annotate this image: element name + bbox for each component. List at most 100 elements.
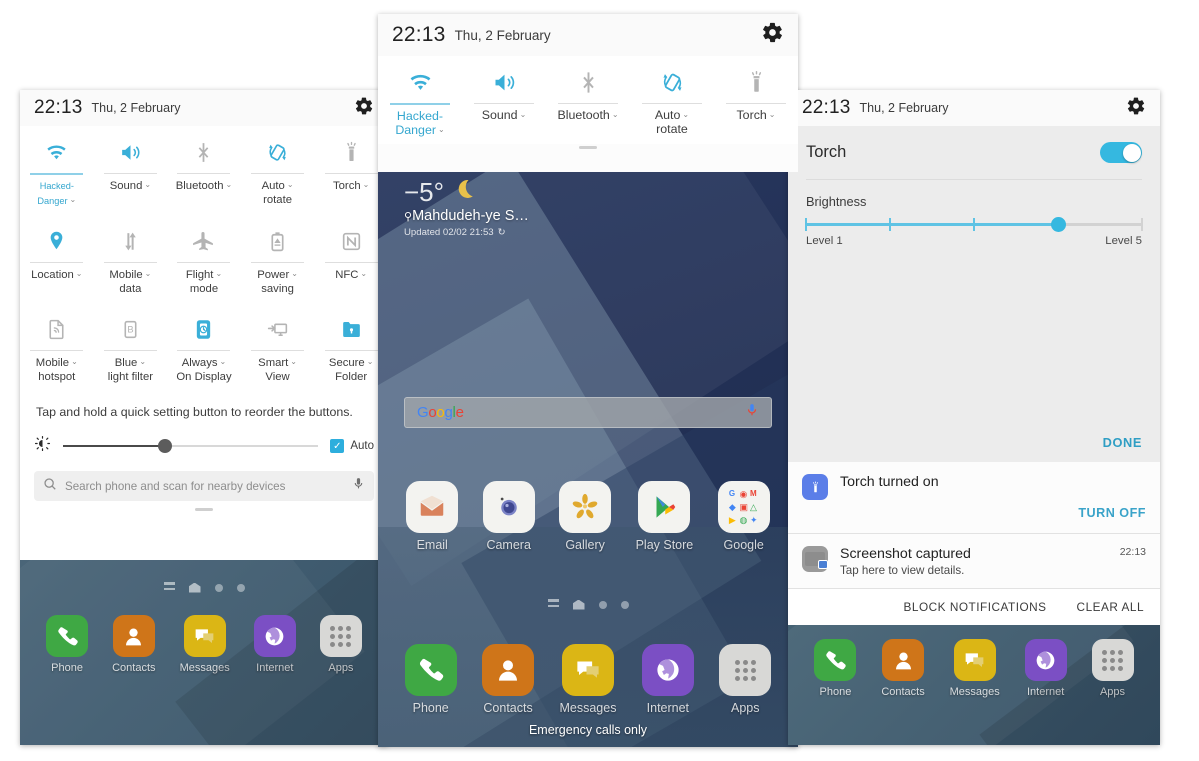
torch-icon [339,135,364,169]
notification-item[interactable]: Torch turned on TURN OFF [788,462,1160,533]
quick-setting-mobile-data[interactable]: Mobile ⌄ data [94,215,168,303]
page-dot[interactable] [598,600,607,609]
search-bar[interactable]: Search phone and scan for nearby devices [34,471,374,501]
app-label: Phone [412,701,449,715]
quick-setting-hacked-danger[interactable]: Hacked-Danger ⌄ [378,56,462,144]
quick-setting-secure-folder[interactable]: Secure ⌄ Folder [314,303,388,391]
drag-handle[interactable] [579,146,597,149]
airplane-icon [191,224,216,258]
microphone-icon[interactable] [745,402,759,423]
quick-setting-torch[interactable]: Torch ⌄ [314,126,388,215]
status-time: 22:13 [34,97,83,118]
chevron-down-icon[interactable]: ⌄ [360,269,367,278]
chevron-down-icon[interactable]: ⌄ [144,180,151,189]
chevron-down-icon[interactable]: ⌄ [76,269,83,278]
chevron-down-icon[interactable]: ⌄ [70,195,77,204]
status-date: Thu, 2 February [91,101,181,115]
messages-icon [561,644,614,696]
torch-level-knob[interactable] [1050,217,1066,232]
chevron-down-icon[interactable]: ⌄ [145,269,152,278]
chevron-down-icon[interactable]: ⌄ [290,357,297,366]
chevron-down-icon[interactable]: ⌄ [71,357,78,366]
auto-brightness-label: Auto [350,440,374,452]
home-icon[interactable] [572,599,585,610]
torch-level-tick [805,218,807,231]
quick-setting-power-saving[interactable]: Power ⌄ saving [241,215,315,303]
clear-all-button[interactable]: CLEAR ALL [1077,600,1144,614]
block-notifications-button[interactable]: BLOCK NOTIFICATIONS [904,600,1047,614]
quick-setting-always-on-display[interactable]: Always ⌄ On Display [167,303,241,391]
gear-icon[interactable] [354,96,374,121]
app-apps[interactable]: Apps [719,644,772,715]
chevron-down-icon[interactable]: ⌄ [215,269,222,278]
chevron-down-icon[interactable]: ⌄ [291,269,298,278]
app-gallery[interactable]: Gallery [559,481,612,552]
auto-brightness-checkbox[interactable]: ✓ [330,439,345,453]
quick-setting-label: Torch [736,108,767,122]
app-play-store[interactable]: Play Store [636,481,693,552]
chevron-down-icon[interactable]: ⌄ [220,357,227,366]
notification-item[interactable]: Screenshot captured Tap here to view det… [788,533,1160,588]
quick-setting-label-2: On Display [176,371,232,383]
torch-level-tick [889,218,891,231]
weather-temperature: −5° [404,176,445,207]
dock: Phone Contacts Messages Internet Apps [378,644,798,715]
app-internet[interactable]: Internet [641,644,694,715]
quick-setting-nfc[interactable]: NFC ⌄ [314,215,388,303]
quick-setting-flight-mode[interactable]: Flight ⌄ mode [167,215,241,303]
weather-widget[interactable]: −5° ⚲Mahdudeh-ye S… Updated 02/02 21:53 … [404,176,529,239]
chevron-down-icon[interactable]: ⌄ [226,180,233,189]
quick-setting-auto-rotate[interactable]: Auto ⌄ rotate [241,126,315,215]
quick-setting-blue-light-filter[interactable]: B Blue ⌄ light filter [94,303,168,391]
chevron-down-icon[interactable]: ⌄ [287,180,294,189]
quick-setting-bluetooth[interactable]: Bluetooth ⌄ [167,126,241,215]
notification-action-button[interactable]: TURN OFF [1078,506,1146,520]
screenshot-icon [802,546,828,572]
home-screen-wallpaper: Phone Contacts Messages Internet Apps [20,560,388,745]
status-time: 22:13 [392,23,446,46]
google-folder-icon: G ◉ M ◆ ▣ △ ▶ ◍ ✦ [717,481,770,533]
chevron-down-icon[interactable]: ⌄ [363,180,370,189]
app-contacts[interactable]: Contacts [482,644,535,715]
quick-setting-label: Mobile [109,269,143,281]
app-camera[interactable]: Camera [482,481,535,552]
app-phone[interactable]: Phone [404,644,457,715]
chevron-down-icon[interactable]: ⌄ [367,357,374,366]
quick-setting-hacked-danger[interactable]: Hacked-Danger ⌄ [20,126,94,215]
gear-icon[interactable] [761,21,784,49]
quick-setting-torch[interactable]: Torch ⌄ [714,56,798,144]
quick-setting-label-2: rotate [656,122,688,136]
chevron-down-icon[interactable]: ⌄ [520,110,527,119]
status-time: 22:13 [802,97,851,118]
chevron-down-icon[interactable]: ⌄ [612,110,619,119]
search-placeholder: Search phone and scan for nearby devices [65,479,286,493]
torch-level-slider[interactable] [805,217,1143,232]
google-search-widget[interactable]: Google [404,397,772,428]
torch-toggle[interactable] [1100,142,1142,163]
app-messages[interactable]: Messages [559,644,616,715]
app-google[interactable]: G ◉ M ◆ ▣ △ ▶ ◍ ✦ Google [717,481,770,552]
app-label: Apps [730,701,760,715]
chevron-down-icon[interactable]: ⌄ [139,357,146,366]
quick-setting-location[interactable]: Location ⌄ [20,215,94,303]
done-button[interactable]: DONE [1103,435,1142,450]
quick-setting-bluetooth[interactable]: Bluetooth ⌄ [546,56,630,144]
chevron-down-icon[interactable]: ⌄ [682,110,689,119]
brightness-slider[interactable] [63,439,319,453]
chevron-down-icon[interactable]: ⌄ [438,125,445,134]
app-email[interactable]: Email [406,481,459,552]
chevron-down-icon[interactable]: ⌄ [769,110,776,119]
torch-level-tick [973,218,975,231]
gear-icon[interactable] [1126,96,1146,121]
drag-handle[interactable] [195,508,213,511]
microphone-icon[interactable] [352,477,365,495]
page-dot[interactable] [620,600,629,609]
quick-setting-mobile-hotspot[interactable]: Mobile ⌄ hotspot [20,303,94,391]
quick-setting-sound[interactable]: Sound ⌄ [462,56,546,144]
quick-setting-auto-rotate[interactable]: Auto ⌄ rotate [630,56,714,144]
refresh-icon[interactable]: ↻ [498,227,506,238]
quick-setting-sound[interactable]: Sound ⌄ [94,126,168,215]
app-list-icon[interactable] [547,599,559,610]
quick-setting-smart-view[interactable]: Smart ⌄ View [241,303,315,391]
weather-updated: Updated 02/02 21:53 [404,227,494,238]
